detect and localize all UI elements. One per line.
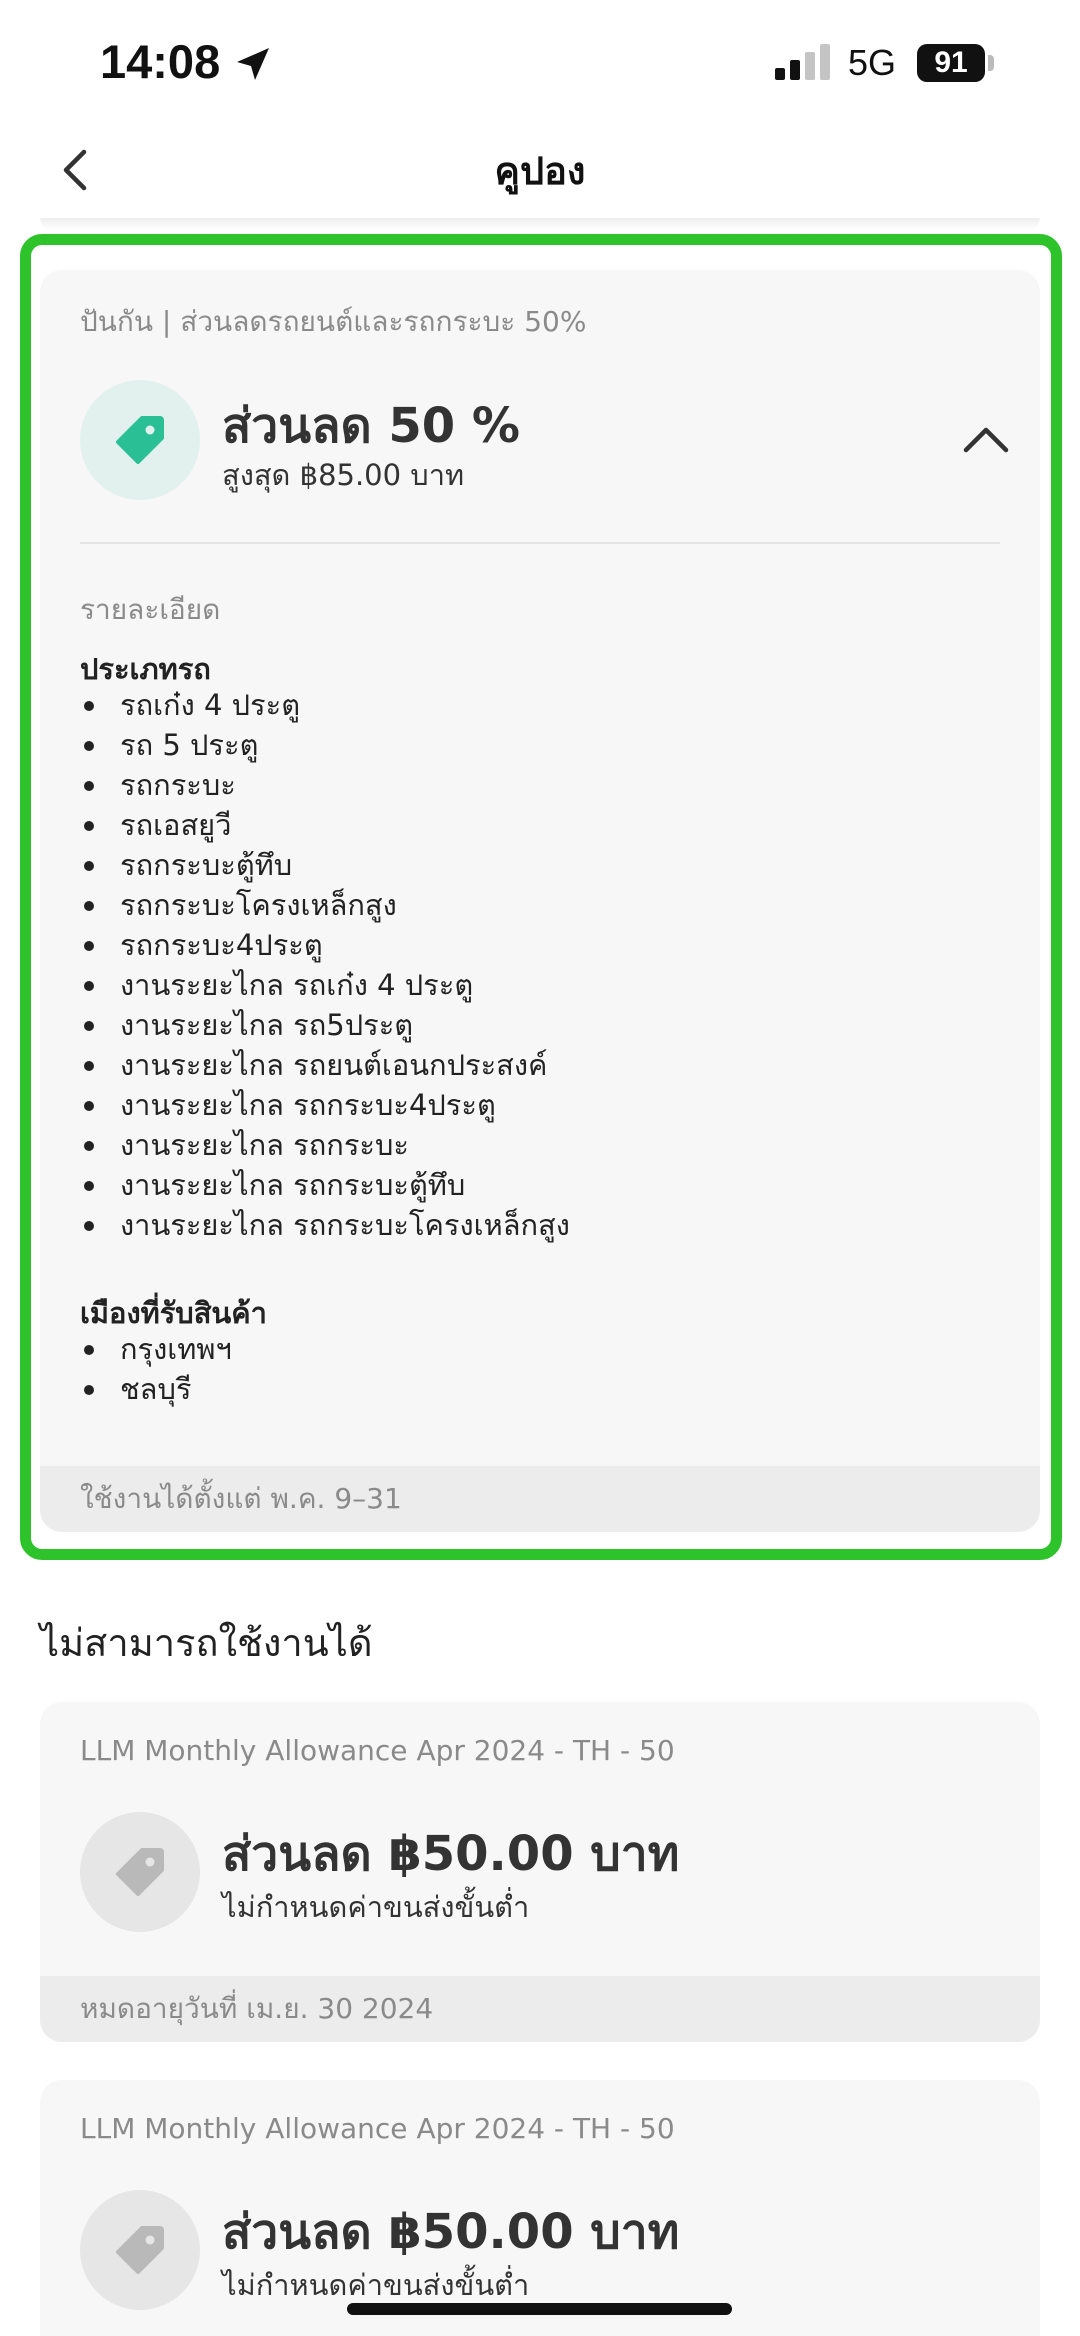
battery-level: 91 [934,46,968,79]
home-indicator[interactable] [347,2303,732,2315]
status-bar: 14:08 5G 91 [0,0,1080,120]
price-tag-icon [116,1848,164,1896]
divider [80,542,1000,544]
list-item: งานระยะไกล รถกระบะโครงเหล็กสูง [80,1205,570,1245]
list-item: งานระยะไกล รถยนต์เอนกประสงค์ [80,1045,570,1085]
network-type: 5G [848,42,897,83]
vehicle-type-list: รถเก๋ง 4 ประตู รถ 5 ประตู รถกระบะ รถเอสย… [80,685,570,1245]
list-item: ชลบุรี [80,1369,232,1409]
price-tag-icon [116,2226,164,2274]
battery-indicator: 91 [917,44,985,82]
selected-coupon-card[interactable]: ปันกัน | ส่วนลดรถยนต์และรถกระบะ 50% ส่วน… [40,270,1040,1532]
coupon-title: ส่วนลด ฿50.00 บาท [222,1826,680,1882]
list-item: รถกระบะ [80,765,570,805]
coupon-icon-badge [80,1812,200,1932]
list-item: งานระยะไกล รถกระบะ [80,1125,570,1165]
list-item: งานระยะไกล รถกระบะตู้ทึบ [80,1165,570,1205]
coupon-validity: ใช้งานได้ตั้งแต่ พ.ค. 9–31 [40,1466,1040,1532]
list-top-shadow [40,218,1040,230]
coupon-page: 14:08 5G 91 คูปอง ปันกัน | ส่วนลดรถยนต์แ… [0,0,1080,2336]
battery-cap [988,55,994,71]
coupon-subtitle: ปันกัน | ส่วนลดรถยนต์และรถกระบะ 50% [80,305,587,338]
coupon-icon-badge [80,2190,200,2310]
list-item: รถกระบะตู้ทึบ [80,845,570,885]
list-item: รถกระบะ4ประตู [80,925,570,965]
coupon-condition: ไม่กำหนดค่าขนส่งขั้นต่ำ [222,1890,530,1924]
page-title: คูปอง [494,149,586,193]
coupon-expiry: หมดอายุวันที่ เม.ย. 30 2024 [40,1976,1040,2042]
list-item: งานระยะไกล รถ5ประตู [80,1005,570,1045]
list-item: กรุงเทพฯ [80,1329,232,1369]
list-item: รถ 5 ประตู [80,725,570,765]
details-label: รายละเอียด [80,593,221,626]
coupon-subtitle: LLM Monthly Allowance Apr 2024 - TH - 50 [80,1734,675,1767]
cellular-signal-icon [775,44,830,80]
list-item: งานระยะไกล รถเก๋ง 4 ประตู [80,965,570,1005]
price-tag-icon [116,416,164,464]
nav-header: คูปอง [0,120,1080,222]
list-item: รถเอสยูวี [80,805,570,845]
list-item: รถกระบะโครงเหล็กสูง [80,885,570,925]
chevron-up-icon[interactable] [958,420,1014,460]
coupon-max-discount: สูงสุด ฿85.00 บาท [222,458,465,492]
coupon-icon-badge [80,380,200,500]
status-time: 14:08 [100,35,221,88]
unavailable-coupon-card[interactable]: LLM Monthly Allowance Apr 2024 - TH - 50… [40,2080,1040,2336]
unavailable-coupon-card[interactable]: LLM Monthly Allowance Apr 2024 - TH - 50… [40,1702,1040,2042]
coupon-title: ส่วนลด ฿50.00 บาท [222,2204,680,2260]
location-arrow-icon [237,48,269,80]
coupon-subtitle: LLM Monthly Allowance Apr 2024 - TH - 50 [80,2112,675,2145]
unavailable-heading: ไม่สามารถใช้งานได้ [40,1621,373,1665]
pickup-city-list: กรุงเทพฯ ชลบุรี [80,1329,232,1409]
list-item: รถเก๋ง 4 ประตู [80,685,570,725]
coupon-condition: ไม่กำหนดค่าขนส่งขั้นต่ำ [222,2268,530,2302]
list-item: งานระยะไกล รถกระบะ4ประตู [80,1085,570,1125]
